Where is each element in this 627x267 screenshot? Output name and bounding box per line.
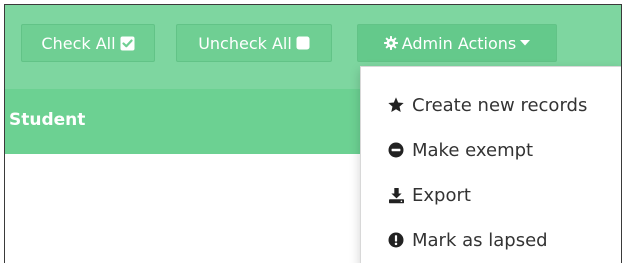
menu-item-label: Make exempt — [412, 139, 534, 161]
menu-item-label: Mark as lapsed — [412, 229, 548, 251]
star-icon — [387, 96, 405, 114]
check-all-label: Check All — [41, 33, 116, 53]
admin-actions-menu: Create new records Make exempt Export Ma… — [360, 66, 621, 263]
menu-item-export[interactable]: Export — [361, 175, 621, 215]
square-icon — [296, 36, 310, 50]
uncheck-all-button[interactable]: Uncheck All — [176, 24, 332, 62]
menu-item-create-new-records[interactable]: Create new records — [361, 85, 621, 125]
check-all-button[interactable]: Check All — [21, 24, 155, 62]
menu-item-label: Export — [412, 184, 471, 206]
menu-item-make-exempt[interactable]: Make exempt — [361, 130, 621, 170]
admin-actions-label: Admin Actions — [401, 33, 517, 53]
exclamation-circle-icon — [387, 231, 405, 249]
gear-icon — [383, 36, 398, 50]
minus-circle-icon — [387, 141, 405, 159]
menu-item-mark-as-lapsed[interactable]: Mark as lapsed — [361, 220, 621, 260]
uncheck-all-label: Uncheck All — [198, 33, 292, 53]
app-frame: Check All Uncheck All Admin Actions Stud… — [4, 4, 622, 263]
admin-actions-button[interactable]: Admin Actions — [357, 24, 557, 62]
download-icon — [387, 186, 405, 204]
menu-item-label: Create new records — [412, 94, 588, 116]
checked-box-icon — [120, 36, 135, 51]
student-column-header[interactable]: Student — [9, 110, 85, 130]
caret-down-icon — [520, 40, 531, 46]
